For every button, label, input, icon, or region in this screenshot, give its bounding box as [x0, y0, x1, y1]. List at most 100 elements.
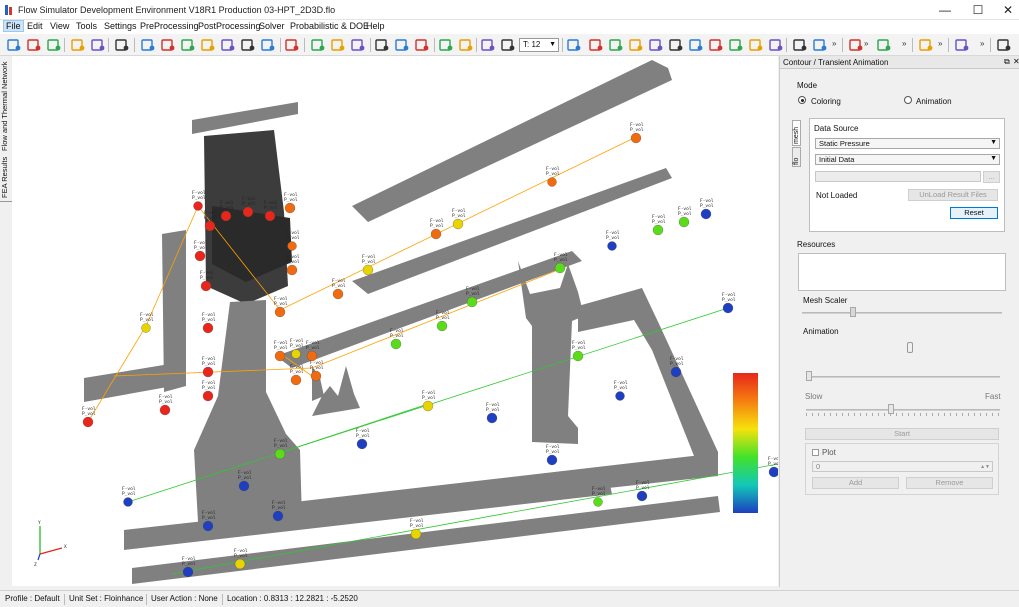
panel-close-icon[interactable]: ✕	[1013, 57, 1019, 66]
menu-solver[interactable]: Solver	[259, 21, 285, 31]
flow-node[interactable]: F-volP_vol	[630, 122, 644, 144]
flow-node-marker[interactable]	[272, 510, 284, 522]
flow-node[interactable]: F-volP_vol	[286, 254, 300, 276]
flow-node-marker[interactable]	[202, 366, 214, 378]
flow-node-marker[interactable]	[306, 350, 318, 362]
axis-neg-y-icon[interactable]	[220, 37, 236, 53]
speed-slider[interactable]	[888, 404, 894, 414]
flow-node-marker[interactable]	[652, 224, 664, 236]
close-button[interactable]: ✕	[993, 0, 1019, 20]
flow-node[interactable]: F-volP_vol	[466, 286, 480, 308]
resources-list[interactable]	[798, 253, 1006, 291]
rotate-icon[interactable]	[458, 37, 474, 53]
menu-tools[interactable]: Tools	[76, 21, 97, 31]
flow-node[interactable]: F-volP_vol	[356, 428, 370, 450]
flow-node[interactable]: F-volP_vol	[422, 390, 436, 412]
frame-slider[interactable]	[806, 371, 812, 381]
flow-node-marker[interactable]	[332, 288, 344, 300]
sigma-icon[interactable]	[728, 37, 744, 53]
flow-node[interactable]: F-volP_vol	[286, 230, 300, 251]
flow-node-marker[interactable]	[274, 448, 286, 460]
fit-window-icon[interactable]	[350, 37, 366, 53]
pan-hand-icon[interactable]	[438, 37, 454, 53]
tab-flo[interactable]: flo	[792, 147, 801, 167]
open-model-icon[interactable]	[26, 37, 42, 53]
flow-node-marker[interactable]	[194, 250, 206, 262]
flow-node[interactable]: F-volP_vol	[592, 486, 606, 507]
flow-node[interactable]: F-volP_vol	[554, 252, 568, 274]
flow-node-marker[interactable]	[466, 296, 478, 308]
remove-button[interactable]: Remove	[906, 477, 993, 489]
flow-node-marker[interactable]	[202, 390, 214, 402]
line-tool-icon[interactable]	[566, 37, 582, 53]
animation-radio[interactable]	[904, 96, 912, 104]
flow-node-marker[interactable]	[670, 366, 682, 378]
font-size-select[interactable]: T: 12 ▼	[519, 38, 559, 52]
spin-arrows-icon[interactable]: ▲▼	[980, 462, 990, 472]
axis-neg-z-icon[interactable]	[240, 37, 256, 53]
flow-node-marker[interactable]	[593, 497, 603, 507]
font-smaller-icon[interactable]	[500, 37, 516, 53]
browse-button[interactable]: ...	[983, 171, 1000, 183]
flow-node-marker[interactable]	[722, 302, 734, 314]
flow-network-canvas[interactable]: F-volP_vol F-volP_vol F-volP_vol F-volP_vol…	[12, 56, 778, 586]
flow-node[interactable]: F-volP_vol	[430, 218, 444, 240]
menu-preprocessing[interactable]: PreProcessing	[140, 21, 199, 31]
flow-node[interactable]: F-volP_vol	[636, 480, 650, 502]
airplane-icon[interactable]	[748, 37, 764, 53]
flow-node[interactable]: F-volP_vol	[652, 214, 666, 236]
tab-mesh[interactable]: mesh	[792, 120, 801, 146]
check-icon[interactable]	[848, 37, 864, 53]
flow-node-marker[interactable]	[82, 416, 94, 428]
flow-node-marker[interactable]	[607, 241, 617, 251]
start-button[interactable]: Start	[805, 428, 999, 440]
flow-node[interactable]: F-volP_vol	[768, 456, 778, 478]
add-element-icon[interactable]	[648, 37, 664, 53]
flow-node[interactable]: F-volP_vol	[310, 360, 324, 382]
axis-z-icon[interactable]	[180, 37, 196, 53]
mesh-scaler-slider[interactable]	[850, 307, 856, 317]
flow-node-marker[interactable]	[768, 466, 778, 478]
flow-node-marker[interactable]	[220, 210, 232, 222]
flow-node-marker[interactable]	[123, 497, 133, 507]
data-source-select[interactable]: Static Pressure ▼	[815, 138, 1000, 149]
flow-node-marker[interactable]	[436, 320, 448, 332]
model-viewport[interactable]: F-vol P_vol F-vol P_vol F-vol P_vol F-vol P_vol…	[12, 56, 778, 586]
flow-node-marker[interactable]	[286, 264, 298, 276]
plot-spin-input[interactable]: 0 ▲▼	[812, 461, 993, 472]
flow-node-marker[interactable]	[264, 210, 276, 222]
menu-file[interactable]: File	[3, 20, 24, 32]
cube-icon[interactable]	[628, 37, 644, 53]
flow-node-marker[interactable]	[204, 220, 216, 232]
new-model-icon[interactable]	[6, 37, 22, 53]
flow-node-marker[interactable]	[200, 280, 212, 292]
flow-node-marker[interactable]	[700, 208, 712, 220]
flow-node-marker[interactable]	[410, 528, 422, 540]
flow-node-marker[interactable]	[193, 201, 203, 211]
data-set-select[interactable]: Initial Data ▼	[815, 154, 1000, 165]
eye-icon[interactable]	[996, 37, 1012, 53]
flow-node-marker[interactable]	[572, 350, 584, 362]
file-path-input[interactable]	[815, 171, 981, 182]
flow-node-marker[interactable]	[362, 264, 374, 276]
flow-node-marker[interactable]	[636, 490, 648, 502]
flow-node-marker[interactable]	[242, 206, 254, 218]
zoom-out-icon[interactable]	[394, 37, 410, 53]
flow-node-marker[interactable]	[546, 454, 558, 466]
flow-node-marker[interactable]	[274, 350, 286, 362]
axis-y-icon[interactable]	[160, 37, 176, 53]
flow-node[interactable]: F-volP_vol	[192, 190, 206, 211]
bar-chart-icon[interactable]	[588, 37, 604, 53]
add-button[interactable]: Add	[812, 477, 899, 489]
trend-icon[interactable]	[812, 37, 828, 53]
layers-icon[interactable]	[688, 37, 704, 53]
flow-node[interactable]: F-volP_vol	[332, 278, 346, 300]
fit-all-icon[interactable]	[310, 37, 326, 53]
minimize-button[interactable]: —	[930, 0, 960, 20]
menu-settings[interactable]: Settings	[104, 21, 137, 31]
flow-node-marker[interactable]	[615, 391, 625, 401]
fit-selection-icon[interactable]	[330, 37, 346, 53]
flow-node[interactable]: F-volP_vol	[678, 206, 692, 228]
flow-node[interactable]: F-volP_vol	[202, 312, 216, 334]
flow-node[interactable]: F-volP_vol	[546, 444, 560, 466]
